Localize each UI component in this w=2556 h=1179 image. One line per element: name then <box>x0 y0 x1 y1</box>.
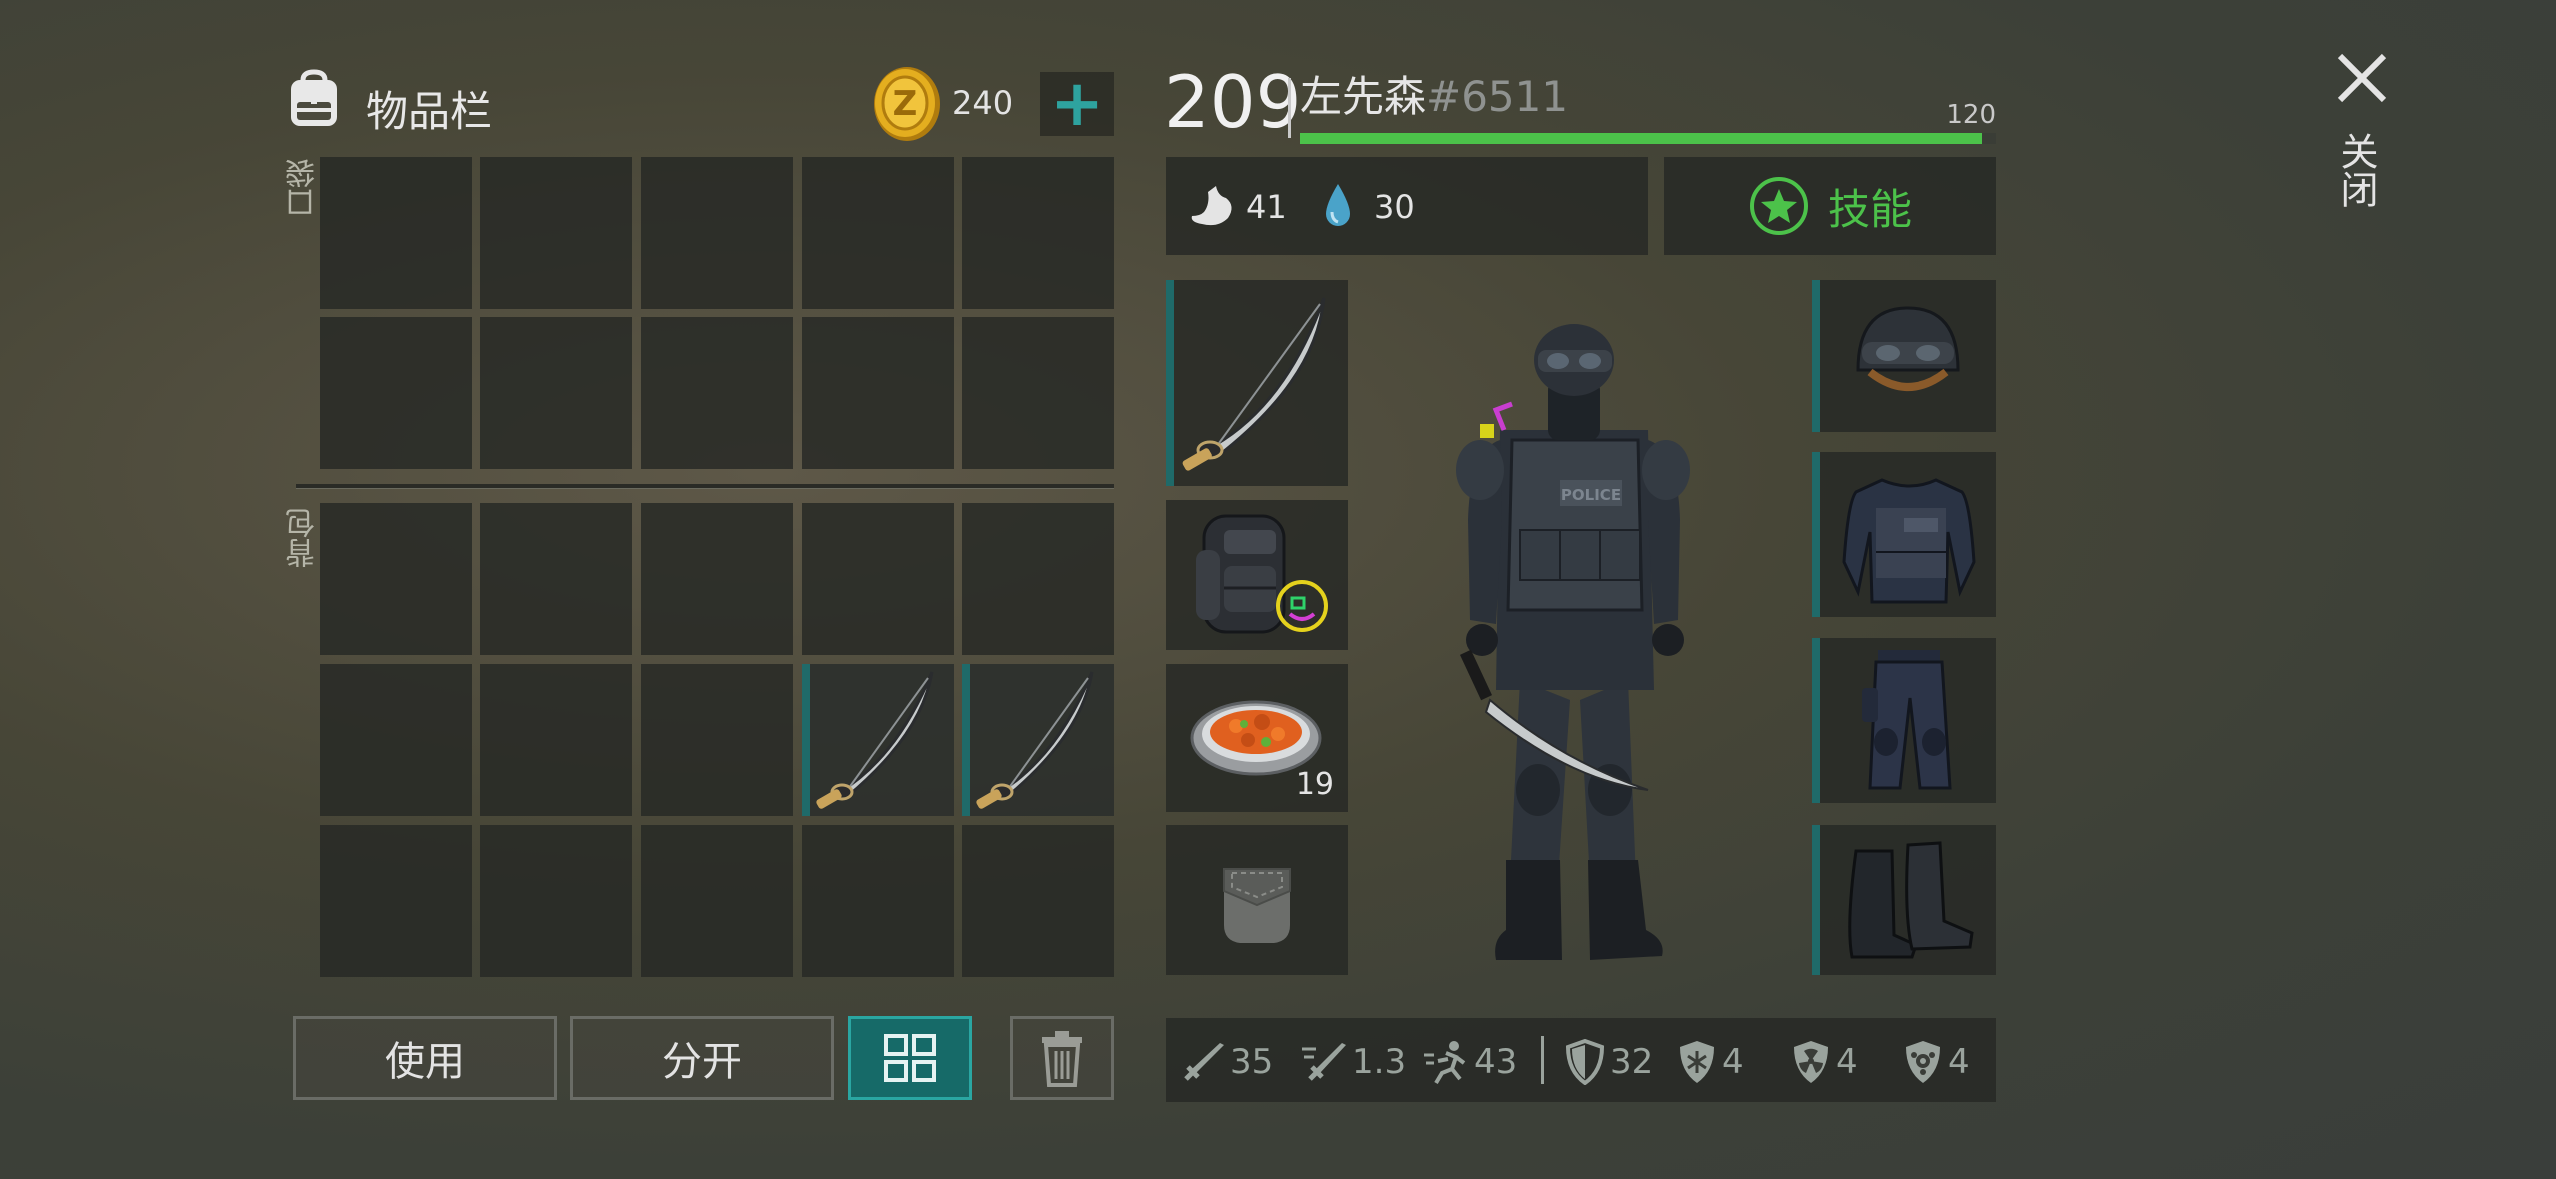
stat-defense: 32 <box>1564 1020 1653 1104</box>
pocket-slot[interactable] <box>480 317 632 469</box>
player-tag: #6511 <box>1426 72 1569 121</box>
biohazard-shield-icon <box>1906 1041 1940 1083</box>
close-button[interactable]: 关闭 <box>2330 48 2394 238</box>
backpack-slot[interactable] <box>641 503 793 655</box>
backpack-slot[interactable] <box>962 825 1114 977</box>
radiation-shield-icon <box>1794 1041 1828 1083</box>
grid-sort-icon <box>884 1034 936 1082</box>
pocket-slot[interactable] <box>802 157 954 309</box>
stat-attack-speed: 1.3 <box>1300 1020 1406 1104</box>
stats-divider <box>1541 1036 1544 1084</box>
backpack-equip-slot[interactable] <box>1166 500 1348 650</box>
katana-item-slot[interactable] <box>962 664 1114 816</box>
delete-button[interactable] <box>1010 1016 1114 1100</box>
shield-icon <box>1565 1039 1605 1085</box>
pocket-slot[interactable] <box>962 157 1114 309</box>
coin-icon: Z <box>872 65 942 143</box>
thirst-value: 30 <box>1374 188 1415 226</box>
helmet-slot[interactable] <box>1812 280 1996 432</box>
player-name: 左先森#6511 <box>1300 72 1569 121</box>
inventory-title: 物品栏 <box>366 87 493 136</box>
backpack-slot[interactable] <box>480 825 632 977</box>
xp-max: 120 <box>1946 100 1996 130</box>
backpack-slot[interactable] <box>962 503 1114 655</box>
stomach-icon <box>1186 182 1236 230</box>
pocket-icon <box>1223 868 1291 943</box>
star-circle-icon <box>1749 177 1808 235</box>
sort-button[interactable] <box>848 1016 972 1100</box>
coin-count: 240 <box>952 84 1014 122</box>
hunger-value: 41 <box>1246 188 1287 226</box>
backpack-slot[interactable] <box>480 503 632 655</box>
pocket-slot[interactable] <box>320 157 472 309</box>
food-slot[interactable]: 19 <box>1166 664 1348 812</box>
pocket-slot[interactable] <box>802 317 954 469</box>
food-count: 19 <box>1295 767 1334 802</box>
katana-item-slot[interactable] <box>802 664 954 816</box>
water-drop-icon <box>1320 182 1356 230</box>
pants-slot[interactable] <box>1812 638 1996 803</box>
player-name-text: 左先森 <box>1300 72 1427 121</box>
skills-button[interactable]: 技能 <box>1664 157 1996 255</box>
katana-icon <box>816 671 934 809</box>
name-divider <box>1288 78 1291 138</box>
player-level: 209 <box>1164 60 1302 144</box>
backpack-slot[interactable] <box>802 503 954 655</box>
pocket-label: 口袋 <box>286 158 321 218</box>
add-coins-button[interactable]: + <box>1040 72 1114 136</box>
trash-icon <box>1042 1031 1082 1087</box>
pocket-equip-slot[interactable] <box>1166 825 1348 975</box>
backpack-slot[interactable] <box>320 664 472 816</box>
svg-text:POLICE: POLICE <box>1561 486 1621 504</box>
svg-text:Z: Z <box>893 84 918 124</box>
snowflake-shield-icon <box>1680 1041 1714 1083</box>
close-label: 关闭 <box>2334 132 2378 208</box>
helmet-icon <box>1856 306 1960 391</box>
boots-icon <box>1848 841 1974 959</box>
pocket-slot[interactable] <box>320 317 472 469</box>
police-vest-icon <box>1842 478 1976 604</box>
running-icon <box>1424 1041 1466 1085</box>
close-icon <box>2337 53 2387 103</box>
stat-speed: 43 <box>1422 1020 1517 1104</box>
xp-bar <box>1300 133 1996 144</box>
pants-icon <box>1862 650 1952 790</box>
pocket-slot[interactable] <box>641 157 793 309</box>
vest-slot[interactable] <box>1812 452 1996 617</box>
katana-icon <box>976 671 1094 809</box>
backpack-icon <box>283 68 345 130</box>
backpack-slot[interactable] <box>320 825 472 977</box>
weapon-slot[interactable] <box>1166 280 1348 486</box>
backpack-slot[interactable] <box>480 664 632 816</box>
backpack-label: 背包 <box>286 508 321 568</box>
backpack-slot[interactable] <box>641 664 793 816</box>
section-divider <box>296 484 1114 489</box>
pocket-slot[interactable] <box>480 157 632 309</box>
backpack-slot[interactable] <box>802 825 954 977</box>
sword-icon <box>1184 1043 1224 1081</box>
use-button[interactable]: 使用 <box>293 1016 557 1100</box>
stat-cold-resistance: 4 <box>1676 1020 1744 1104</box>
plus-icon: + <box>1050 67 1104 141</box>
split-button[interactable]: 分开 <box>570 1016 834 1100</box>
pocket-slot[interactable] <box>641 317 793 469</box>
backpack-slot[interactable] <box>641 825 793 977</box>
character-model: POLICE <box>1440 320 1710 970</box>
stat-infection-resistance: 4 <box>1902 1020 1970 1104</box>
boots-slot[interactable] <box>1812 825 1996 975</box>
backpack-slot[interactable] <box>320 503 472 655</box>
xp-bar-fill <box>1300 133 1983 144</box>
katana-icon <box>1182 297 1326 471</box>
skills-label: 技能 <box>1827 184 1912 234</box>
stat-radiation-resistance: 4 <box>1790 1020 1858 1104</box>
pocket-slot[interactable] <box>962 317 1114 469</box>
stat-attack: 35 <box>1180 1020 1273 1104</box>
fast-sword-icon <box>1302 1043 1346 1081</box>
tactical-backpack-icon <box>1196 514 1328 634</box>
